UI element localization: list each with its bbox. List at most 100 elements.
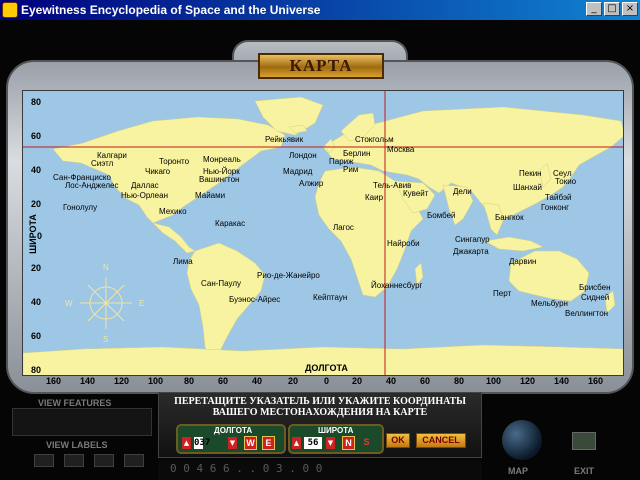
city-label[interactable]: Лос-Анджелес [65, 181, 118, 190]
lat-tick: 80 [31, 365, 42, 375]
view-features-panel [12, 408, 152, 436]
city-label[interactable]: Кейптаун [313, 293, 347, 302]
city-label[interactable]: Лагос [333, 223, 354, 232]
city-label[interactable]: Веллингтон [565, 309, 608, 318]
ok-button[interactable]: OK [386, 433, 410, 448]
city-label[interactable]: Рим [343, 165, 358, 174]
title-bar: Eyewitness Encyclopedia of Space and the… [0, 0, 640, 20]
city-label[interactable]: Нью-Орлеан [121, 191, 168, 200]
view-features-label[interactable]: VIEW FEATURES [38, 398, 111, 408]
city-label[interactable]: Бомбей [427, 211, 456, 220]
city-label[interactable]: Мельбурн [531, 299, 568, 308]
city-label[interactable]: Пекин [519, 169, 542, 178]
map-land-layer [23, 91, 623, 375]
longitude-increment[interactable]: ▲ [182, 437, 191, 449]
map-title: КАРТА [289, 56, 353, 75]
lon-tick: 60 [218, 376, 229, 386]
city-label[interactable]: Джакарта [453, 247, 489, 256]
city-label[interactable]: Вашингтон [199, 175, 239, 184]
globe-icon[interactable] [502, 420, 542, 460]
compass-e: E [139, 299, 145, 308]
compass-rose [80, 277, 132, 329]
cancel-button[interactable]: CANCEL [416, 433, 466, 448]
city-label[interactable]: Кувейт [403, 189, 428, 198]
latitude-label: ШИРОТА [318, 426, 354, 435]
longitude-decrement[interactable]: ▼ [228, 437, 237, 449]
label-toggle-icon[interactable] [94, 454, 114, 467]
city-label[interactable]: Йоханнесбург [371, 281, 422, 290]
exit-icon[interactable] [572, 432, 596, 450]
lon-tick: 120 [114, 376, 130, 386]
world-map[interactable]: 80 60 40 20 0 20 40 60 80 ШИРОТА ДОЛГОТА… [22, 90, 624, 376]
city-label[interactable]: Найроби [387, 239, 420, 248]
latitude-decrement[interactable]: ▼ [326, 437, 335, 449]
latitude-south-toggle[interactable]: S [360, 436, 373, 450]
lat-tick: 20 [31, 199, 42, 209]
city-label[interactable]: Алжир [299, 179, 323, 188]
city-label[interactable]: Брисбен [579, 283, 611, 292]
city-label[interactable]: Лима [173, 257, 193, 266]
lat-tick: 40 [31, 165, 42, 175]
bottom-readout: 0 0 4 6 6 . . 0 3 . 0 0 [170, 462, 323, 475]
city-label[interactable]: Сидней [581, 293, 609, 302]
compass-n: N [103, 263, 109, 272]
city-label[interactable]: Монреаль [203, 155, 241, 164]
window-title: Eyewitness Encyclopedia of Space and the… [21, 3, 321, 17]
latitude-axis-title: ШИРОТА [27, 214, 38, 254]
city-label[interactable]: Гонконг [541, 203, 569, 212]
city-label[interactable]: Стокгольм [355, 135, 394, 144]
latitude-increment[interactable]: ▲ [292, 437, 301, 449]
city-label[interactable]: Перт [493, 289, 511, 298]
lat-tick: 20 [31, 263, 42, 273]
longitude-west-toggle[interactable]: W [244, 436, 257, 450]
map-label[interactable]: MAP [508, 466, 528, 476]
city-label[interactable]: Майами [195, 191, 225, 200]
city-label[interactable]: Мехико [159, 207, 187, 216]
lat-tick: 60 [31, 131, 42, 141]
city-label[interactable]: Сиэтл [91, 159, 113, 168]
city-label[interactable]: Торонто [159, 157, 189, 166]
city-label[interactable]: Лондон [289, 151, 317, 160]
lon-tick: 0 [324, 376, 330, 386]
city-label[interactable]: Тайбэй [545, 193, 572, 202]
city-label[interactable]: Мадрид [283, 167, 312, 176]
city-label[interactable]: Чикаго [145, 167, 170, 176]
longitude-tick-row: 160 140 120 100 80 60 40 20 0 20 40 60 8… [22, 376, 624, 388]
compass-w: W [65, 299, 73, 308]
minimize-button[interactable]: _ [586, 2, 602, 16]
city-label[interactable]: Токио [555, 177, 576, 186]
city-label[interactable]: Даллас [131, 181, 159, 190]
lon-tick: 60 [420, 376, 431, 386]
exit-label[interactable]: EXIT [574, 466, 594, 476]
close-button[interactable]: × [622, 2, 638, 16]
city-label[interactable]: Шанхай [513, 183, 542, 192]
lon-tick: 80 [184, 376, 195, 386]
city-label[interactable]: Бангкок [495, 213, 524, 222]
city-label[interactable]: Москва [387, 145, 414, 154]
lon-tick: 40 [386, 376, 397, 386]
city-label[interactable]: Гонолулу [63, 203, 97, 212]
city-label[interactable]: Дели [453, 187, 472, 196]
label-toggle-icon[interactable] [124, 454, 144, 467]
latitude-value[interactable]: 56 [304, 437, 322, 449]
lat-tick: 40 [31, 297, 42, 307]
city-label[interactable]: Сан-Паулу [201, 279, 241, 288]
city-label[interactable]: Каракас [215, 219, 245, 228]
longitude-axis-title: ДОЛГОТА [305, 363, 348, 373]
instruction-text: ПЕРЕТАЩИТЕ УКАЗАТЕЛЬ ИЛИ УКАЖИТЕ КООРДИН… [160, 396, 480, 418]
city-label[interactable]: Дарвин [509, 257, 536, 266]
longitude-value[interactable]: 037 [194, 437, 210, 449]
label-toggle-icon[interactable] [34, 454, 54, 467]
lon-tick: 120 [520, 376, 536, 386]
city-label[interactable]: Рио-де-Жанейро [257, 271, 320, 280]
label-toggle-icon[interactable] [64, 454, 84, 467]
longitude-east-toggle[interactable]: E [262, 436, 275, 450]
window-controls: _ □ × [586, 2, 638, 16]
city-label[interactable]: Каир [365, 193, 383, 202]
city-label[interactable]: Сингапур [455, 235, 490, 244]
city-label[interactable]: Буэнос-Айрес [229, 295, 280, 304]
latitude-north-toggle[interactable]: N [342, 436, 355, 450]
maximize-button[interactable]: □ [604, 2, 620, 16]
view-labels-label[interactable]: VIEW LABELS [46, 440, 108, 450]
city-label[interactable]: Рейкьявик [265, 135, 303, 144]
